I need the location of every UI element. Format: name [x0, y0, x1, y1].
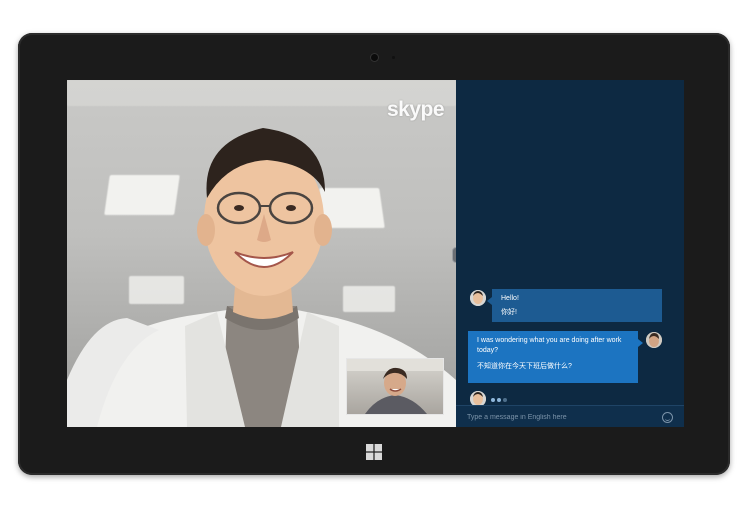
message-input-bar — [456, 405, 684, 427]
message-translation: 你好! — [501, 309, 517, 316]
chat-panel: Hello! 你好! I was wondering what you are … — [456, 80, 684, 427]
typing-indicator-dot — [491, 398, 495, 402]
camera-icon — [371, 54, 378, 61]
windows-logo-icon[interactable] — [366, 444, 382, 460]
message-translation: 不知道你在今天下班后做什么? — [477, 363, 572, 370]
light-sensor — [392, 56, 395, 59]
video-call-pane[interactable]: skype — [67, 80, 456, 427]
emoji-icon[interactable] — [662, 412, 673, 423]
skype-logo: skype — [387, 98, 445, 121]
remote-avatar — [470, 290, 486, 306]
self-view-video[interactable] — [346, 358, 444, 415]
typing-indicator-dot — [503, 398, 507, 402]
message-text-continued: today? — [477, 347, 499, 354]
typing-indicator-dot — [497, 398, 501, 402]
self-view-image — [347, 359, 443, 414]
local-avatar — [646, 332, 662, 348]
tablet-screen: skype Hello! 你好! I was wondering what yo… — [67, 80, 684, 427]
incoming-message-bubble: Hello! 你好! — [487, 289, 662, 322]
message-input[interactable] — [467, 412, 657, 422]
outgoing-message-bubble: I was wondering what you are doing after… — [468, 331, 643, 383]
message-text: Hello! — [501, 295, 519, 302]
message-text: I was wondering what you are doing after… — [477, 337, 622, 344]
